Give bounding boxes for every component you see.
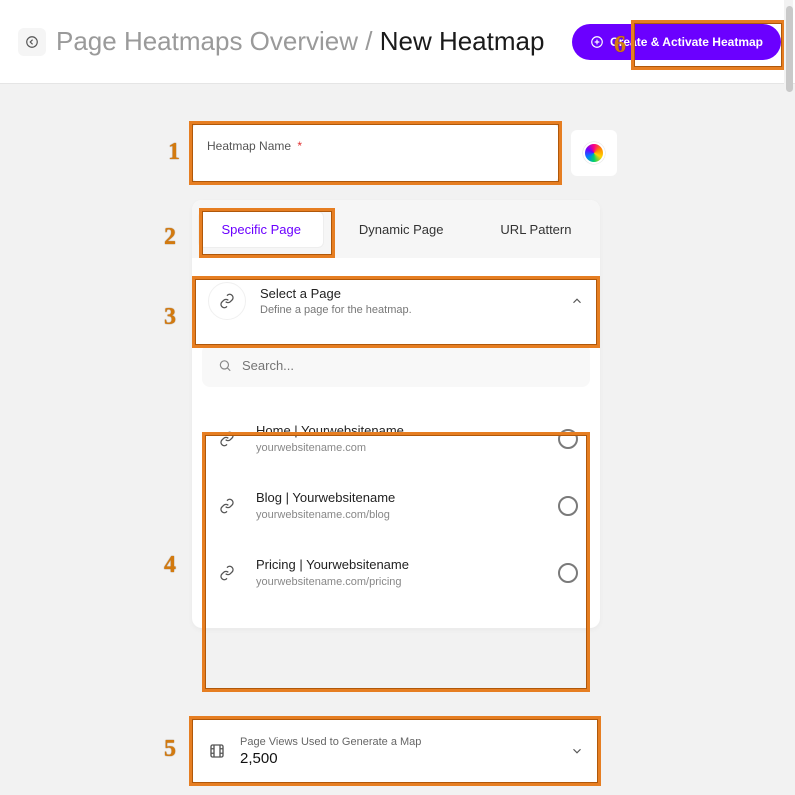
- heatmap-color-picker[interactable]: [571, 130, 617, 176]
- back-arrow-icon: [25, 35, 39, 49]
- annotation-4: 4: [164, 552, 176, 579]
- page-option-url: yourwebsitename.com: [256, 442, 404, 454]
- annotation-1: 1: [168, 139, 180, 166]
- page-search-input[interactable]: [242, 358, 574, 373]
- page-header: Page Heatmaps Overview / New Heatmap Cre…: [0, 0, 795, 84]
- plus-circle-icon: [590, 35, 604, 49]
- scrollbar-track: [784, 0, 793, 795]
- select-page-title: Select a Page: [260, 286, 412, 301]
- select-page-subtitle: Define a page for the heatmap.: [260, 304, 412, 316]
- annotation-2: 2: [164, 224, 176, 251]
- page-views-value: 2,500: [240, 750, 421, 767]
- page-option-url: yourwebsitename.com/pricing: [256, 576, 409, 588]
- back-button[interactable]: [18, 28, 46, 56]
- chevron-up-icon: [570, 294, 584, 308]
- annotation-5: 5: [164, 736, 176, 763]
- page-option-title: Blog | Yourwebsitename: [256, 490, 395, 505]
- link-icon: [219, 431, 235, 447]
- required-marker: *: [297, 139, 302, 153]
- breadcrumb: Page Heatmaps Overview / New Heatmap: [56, 26, 544, 57]
- page-option-url: yourwebsitename.com/blog: [256, 509, 395, 521]
- page-option-radio[interactable]: [558, 563, 578, 583]
- color-swirl-icon: [583, 142, 605, 164]
- heatmap-name-label-text: Heatmap Name: [207, 139, 291, 153]
- page-options-list: Home | Yourwebsitename yourwebsitename.c…: [192, 387, 600, 628]
- page-search[interactable]: [202, 344, 590, 387]
- page-option-title: Pricing | Yourwebsitename: [256, 557, 409, 572]
- page-views-label: Page Views Used to Generate a Map: [240, 736, 421, 748]
- page-option-radio[interactable]: [558, 496, 578, 516]
- create-btn-label: Create & Activate Heatmap: [610, 35, 763, 49]
- link-icon: [219, 293, 235, 309]
- tab-specific-page[interactable]: Specific Page: [198, 211, 324, 248]
- page-selection-card: Specific Page Dynamic Page URL Pattern S…: [192, 200, 600, 628]
- heatmap-name-input[interactable]: Heatmap Name *: [192, 124, 559, 182]
- page-views-selector[interactable]: Page Views Used to Generate a Map 2,500: [192, 719, 600, 783]
- page-option-radio[interactable]: [558, 429, 578, 449]
- breadcrumb-prefix[interactable]: Page Heatmaps Overview /: [56, 26, 372, 56]
- page-type-tabs: Specific Page Dynamic Page URL Pattern: [192, 200, 600, 258]
- page-option-title: Home | Yourwebsitename: [256, 423, 404, 438]
- link-icon-container: [208, 282, 246, 320]
- annotation-6: 6: [614, 32, 626, 59]
- film-icon: [208, 742, 226, 760]
- annotation-3: 3: [164, 304, 176, 331]
- select-page-header[interactable]: Select a Page Define a page for the heat…: [192, 264, 600, 338]
- search-icon: [218, 358, 232, 373]
- breadcrumb-current: New Heatmap: [380, 26, 545, 56]
- scrollbar-thumb[interactable]: [786, 6, 793, 92]
- tab-dynamic-page[interactable]: Dynamic Page: [337, 212, 466, 247]
- page-option[interactable]: Home | Yourwebsitename yourwebsitename.c…: [202, 405, 590, 472]
- link-icon: [219, 565, 235, 581]
- heatmap-name-label: Heatmap Name *: [207, 139, 302, 153]
- page-option[interactable]: Blog | Yourwebsitename yourwebsitename.c…: [202, 472, 590, 539]
- create-activate-button[interactable]: Create & Activate Heatmap: [572, 24, 781, 60]
- tab-url-pattern[interactable]: URL Pattern: [478, 212, 593, 247]
- page-option[interactable]: Pricing | Yourwebsitename yourwebsitenam…: [202, 539, 590, 606]
- link-icon: [219, 498, 235, 514]
- chevron-down-icon: [570, 744, 584, 758]
